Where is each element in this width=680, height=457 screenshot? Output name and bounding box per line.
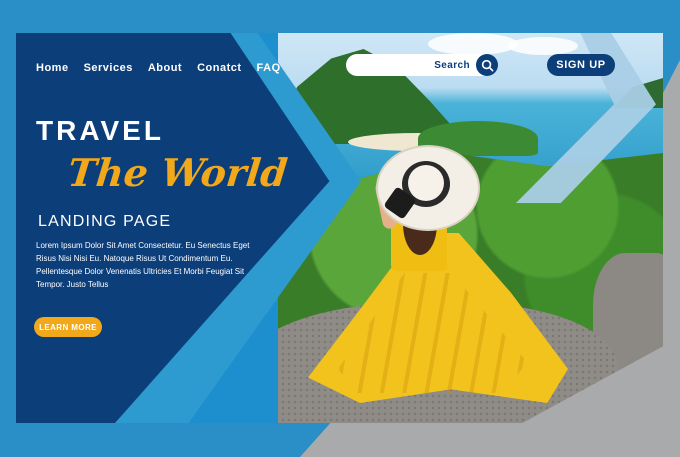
nav-item-about[interactable]: About xyxy=(148,62,182,74)
search-icon xyxy=(481,59,493,71)
signup-button[interactable]: SIGN UP xyxy=(547,54,615,76)
landing-page-frame: Home Services About Conatct FAQ Search S… xyxy=(0,0,680,457)
hero-title-script: The World xyxy=(65,150,290,195)
search-label: Search xyxy=(434,59,470,71)
cloud xyxy=(428,33,518,55)
hero-title: TRAVEL xyxy=(36,115,164,146)
cloud xyxy=(508,37,578,55)
search-button[interactable] xyxy=(476,54,498,76)
nav-item-home[interactable]: Home xyxy=(36,62,69,74)
hat-crown xyxy=(408,165,444,201)
nav-item-contact[interactable]: Conatct xyxy=(197,62,241,74)
hero-photo xyxy=(278,33,663,423)
nav-item-services[interactable]: Services xyxy=(84,62,133,74)
nav-item-faq[interactable]: FAQ xyxy=(257,62,281,74)
hero-body-text: Lorem Ipsum Dolor Sit Amet Consectetur. … xyxy=(36,241,250,289)
learn-more-button[interactable]: LEARN MORE xyxy=(34,317,102,337)
search-bar[interactable]: Search xyxy=(346,54,498,76)
landing-canvas: Home Services About Conatct FAQ Search S… xyxy=(16,33,663,423)
hero-subtitle: LANDING PAGE xyxy=(38,213,172,230)
main-nav: Home Services About Conatct FAQ xyxy=(36,62,281,74)
